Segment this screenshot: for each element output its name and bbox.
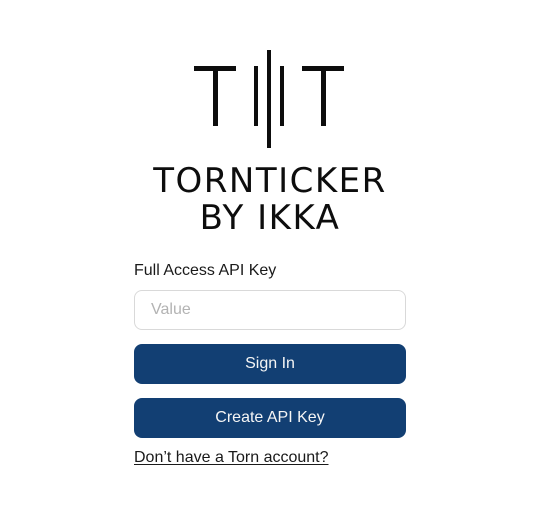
brand-title: TORNTICKER <box>153 161 387 201</box>
sign-in-button[interactable]: Sign In <box>134 344 406 384</box>
signup-link[interactable]: Don’t have a Torn account? <box>134 448 329 468</box>
api-key-input[interactable] <box>134 290 406 330</box>
tt-logo-icon <box>194 50 344 148</box>
create-api-key-button[interactable]: Create API Key <box>134 398 406 438</box>
api-key-label: Full Access API Key <box>134 262 277 279</box>
brand-subtitle: BY IKKA <box>199 198 341 238</box>
